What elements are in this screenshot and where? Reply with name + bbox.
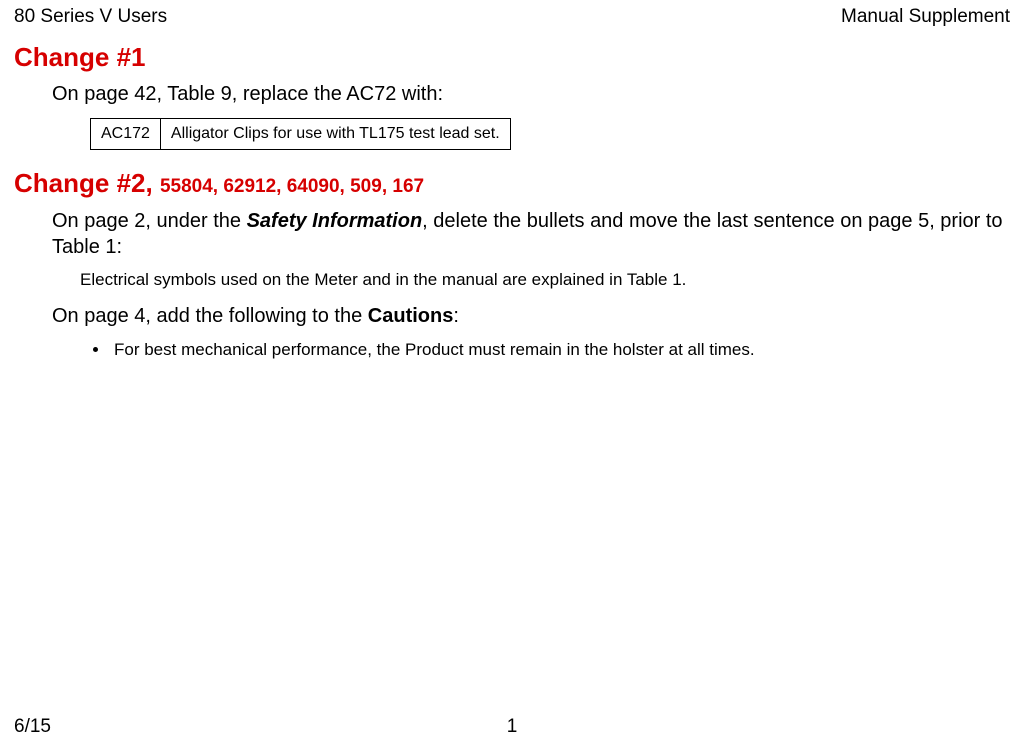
change2-para2-b: Cautions <box>368 305 454 327</box>
change2-para2-pre: On page 4, add the following to the <box>52 305 368 327</box>
page: 80 Series V Users Manual Supplement Chan… <box>0 0 1024 746</box>
change1-intro: On page 42, Table 9, replace the AC72 wi… <box>52 83 1010 106</box>
page-footer: 6/15 1 <box>14 716 1010 738</box>
table-row: AC172 Alligator Clips for use with TL175… <box>91 119 511 150</box>
change2-para1: On page 2, under the Safety Information,… <box>52 209 1010 260</box>
table-cell-code: AC172 <box>91 119 161 150</box>
header-left: 80 Series V Users <box>14 6 167 28</box>
change2-para1-em: Safety Information <box>247 210 423 232</box>
change2-para1-pre: On page 2, under the <box>52 210 247 232</box>
change2-subtext: Electrical symbols used on the Meter and… <box>80 270 1010 290</box>
footer-left: 6/15 <box>14 716 51 738</box>
header-right: Manual Supplement <box>841 6 1010 28</box>
page-header: 80 Series V Users Manual Supplement <box>14 6 1010 28</box>
table-cell-desc: Alligator Clips for use with TL175 test … <box>160 119 510 150</box>
change2-bullets: For best mechanical performance, the Pro… <box>82 340 1010 360</box>
change2-title-main: Change #2, <box>14 168 160 198</box>
footer-page-number: 1 <box>507 716 518 738</box>
change2-para2-post: : <box>453 305 459 327</box>
change1-table: AC172 Alligator Clips for use with TL175… <box>90 118 511 150</box>
change2-body: On page 2, under the Safety Information,… <box>52 209 1010 360</box>
change2-title-codes: 55804, 62912, 64090, 509, 167 <box>160 176 424 197</box>
change2-para2: On page 4, add the following to the Caut… <box>52 304 1010 330</box>
list-item: For best mechanical performance, the Pro… <box>110 340 1010 360</box>
change1-body: On page 42, Table 9, replace the AC72 wi… <box>52 83 1010 150</box>
change2-heading: Change #2, 55804, 62912, 64090, 509, 167 <box>14 168 1010 199</box>
change1-heading: Change #1 <box>14 42 1010 73</box>
